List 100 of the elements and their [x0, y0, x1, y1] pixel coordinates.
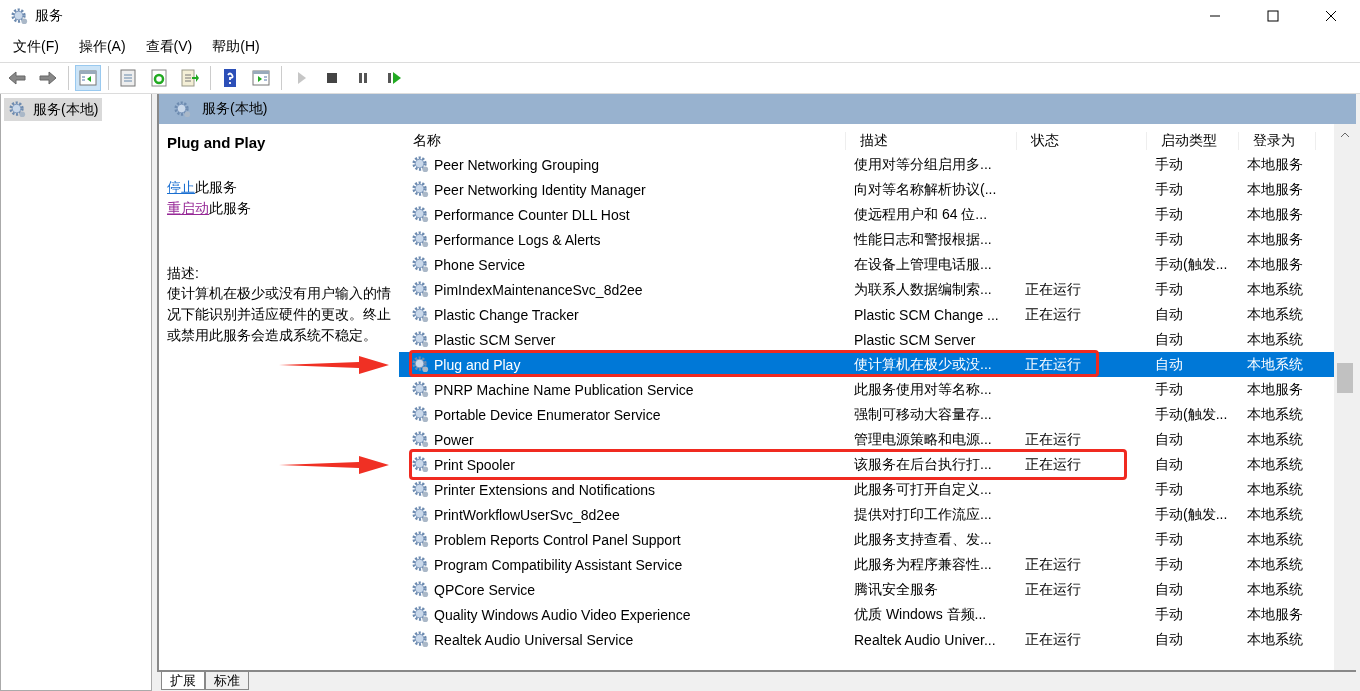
- logon-cell-text: 本地服务: [1246, 180, 1304, 199]
- column-header[interactable]: 名称: [399, 132, 846, 150]
- table-row[interactable]: Peer Networking Identity Manager 向对等名称解析协议(... 手动 本地服务: [399, 177, 1334, 202]
- service-name-cell: Performance Counter DLL Host: [434, 206, 630, 223]
- table-row[interactable]: Performance Counter DLL Host 使远程用户和 64 位... 手动 本地服务: [399, 202, 1334, 227]
- startup-type-cell-text: 手动: [1154, 180, 1184, 199]
- logon-cell-text: 本地系统: [1246, 530, 1304, 549]
- service-name-cell: Peer Networking Grouping: [434, 156, 599, 173]
- table-row[interactable]: Portable Device Enumerator Service 强制可移动大容量存... 手动(触发... 本地系统: [399, 402, 1334, 427]
- service-name-cell: Performance Logs & Alerts: [434, 231, 601, 248]
- table-row[interactable]: Quality Windows Audio Video Experience 优质 Windows 音频... 手动 本地服务: [399, 602, 1334, 627]
- table-row[interactable]: PimIndexMaintenanceSvc_8d2ee 为联系人数据编制索... 正在运行 手动 本地系统: [399, 277, 1334, 302]
- service-name-cell: Portable Device Enumerator Service: [434, 406, 661, 423]
- column-header[interactable]: 启动类型: [1147, 132, 1239, 150]
- action-text: 此服务: [209, 200, 251, 216]
- service-name-cell: PNRP Machine Name Publication Service: [434, 381, 694, 398]
- table-row[interactable]: PNRP Machine Name Publication Service 此服务使用对等名称... 手动 本地服务: [399, 377, 1334, 402]
- view-tab[interactable]: 扩展: [161, 672, 205, 690]
- tree-item-highlight[interactable]: 服务(本地): [4, 98, 103, 121]
- menu-item[interactable]: 文件(F): [6, 38, 66, 56]
- table-row[interactable]: Peer Networking Grouping 使用对等分组启用多... 手动 本地服务: [399, 152, 1334, 177]
- table-row[interactable]: Performance Logs & Alerts 性能日志和警报根据... 手动 本地服务: [399, 227, 1334, 252]
- table-row[interactable]: Problem Reports Control Panel Support 此服务支持查看、发... 手动 本地系统: [399, 527, 1334, 552]
- description-cell-text: 向对等名称解析协议(...: [853, 180, 998, 199]
- startup-type-cell-text: 自动: [1154, 455, 1184, 474]
- logon-cell-text: 本地系统: [1246, 505, 1304, 524]
- tree-pane-icon[interactable]: [75, 65, 101, 91]
- logon-cell-text: 本地服务: [1246, 605, 1304, 624]
- service-name: Plug and Play: [167, 134, 267, 151]
- menu-item[interactable]: 操作(A): [71, 38, 133, 56]
- service-name-cell: PrintWorkflowUserSvc_8d2ee: [434, 506, 620, 523]
- startup-type-cell-text: 自动: [1154, 630, 1184, 649]
- column-header[interactable]: 状态: [1017, 132, 1147, 150]
- menu-item[interactable]: 帮助(H): [205, 38, 267, 56]
- logon-cell-text: 本地系统: [1246, 280, 1304, 299]
- table-row[interactable]: Plastic Change Tracker Plastic SCM Change ... 正在运行 自动 本地系统: [399, 302, 1334, 327]
- startup-type-cell-text: 自动: [1154, 305, 1184, 324]
- gear-icon: [411, 530, 430, 549]
- column-header[interactable]: 描述: [846, 132, 1017, 150]
- status-cell: 正在运行: [1025, 455, 1081, 472]
- table-row[interactable]: Power 管理电源策略和电源... 正在运行 自动 本地系统: [399, 427, 1334, 452]
- description-cell-text: 性能日志和警报根据...: [852, 230, 993, 249]
- gear-icon: [411, 405, 430, 424]
- view-tab[interactable]: 标准: [205, 672, 249, 690]
- scroll-thumb[interactable]: [1337, 363, 1353, 393]
- table-row[interactable]: Plastic SCM Server Plastic SCM Server 自动 本地系统: [399, 327, 1334, 352]
- scrollbar[interactable]: [1334, 124, 1356, 670]
- service-name-cell: Plug and Play: [434, 356, 521, 373]
- gear-icon: [411, 605, 430, 624]
- gear-icon: [8, 100, 27, 119]
- action-link[interactable]: 重启动: [167, 200, 209, 216]
- action-text: 此服务: [195, 179, 237, 195]
- gear-icon: [411, 355, 430, 374]
- description-cell-text: Realtek Audio Univer...: [853, 631, 997, 648]
- startup-type-cell-text: 自动: [1154, 430, 1184, 449]
- tree-item-label: 服务(本地): [33, 100, 99, 119]
- logon-cell-text: 本地系统: [1246, 480, 1304, 499]
- logon-cell-text: 本地服务: [1246, 205, 1304, 224]
- service-name-cell: Power: [434, 431, 474, 448]
- description-cell-text: 提供对打印工作流应...: [853, 505, 993, 524]
- status-cell: 正在运行: [1025, 630, 1081, 647]
- logon-cell-text: 本地系统: [1246, 305, 1304, 324]
- service-name-cell: Peer Networking Identity Manager: [434, 181, 646, 198]
- table-row[interactable]: Print Spooler 该服务在后台执行打... 正在运行 自动 本地系统: [399, 452, 1334, 477]
- table-row[interactable]: QPCore Service 腾讯安全服务 正在运行 自动 本地系统: [399, 577, 1334, 602]
- description-cell-text: 使计算机在极少或没...: [853, 355, 993, 374]
- startup-type-cell-text: 手动: [1154, 605, 1184, 624]
- status-cell: 正在运行: [1025, 305, 1081, 322]
- service-name-cell: Quality Windows Audio Video Experience: [434, 606, 691, 623]
- logon-cell-text: 本地服务: [1246, 255, 1304, 274]
- startup-type-cell-text: 自动: [1154, 330, 1184, 349]
- description-cell-text: 此服务支持查看、发...: [853, 530, 993, 549]
- description-cell-text: 为联系人数据编制索...: [853, 280, 993, 299]
- description-cell-text: Plastic SCM Server: [853, 331, 977, 348]
- logon-cell-text: 本地系统: [1246, 405, 1304, 424]
- service-name-cell: Phone Service: [434, 256, 526, 273]
- table-row[interactable]: Program Compatibility Assistant Service 此服务为程序兼容性... 正在运行 手动 本地系统: [399, 552, 1334, 577]
- gear-icon: [411, 180, 430, 199]
- table-row[interactable]: Phone Service 在设备上管理电话服... 手动(触发... 本地服务: [399, 252, 1334, 277]
- logon-cell-text: 本地服务: [1246, 155, 1304, 174]
- service-name-cell: Program Compatibility Assistant Service: [434, 556, 683, 573]
- service-name-cell: Print Spooler: [434, 456, 515, 473]
- logon-cell-text: 本地服务: [1246, 380, 1304, 399]
- gear-icon: [411, 255, 430, 274]
- description-cell-text: 此服务可打开自定义...: [853, 480, 993, 499]
- table-row[interactable]: PrintWorkflowUserSvc_8d2ee 提供对打印工作流应... 手动(触发... 本地系统: [399, 502, 1334, 527]
- menu-item[interactable]: 查看(V): [138, 38, 200, 56]
- status-cell: 正在运行: [1025, 430, 1081, 447]
- status-cell: 正在运行: [1025, 280, 1081, 297]
- action-link[interactable]: 停止: [167, 179, 195, 195]
- gear-icon: [411, 330, 430, 349]
- column-header[interactable]: 登录为: [1239, 132, 1316, 150]
- description-cell-text: 该服务在后台执行打...: [853, 455, 993, 474]
- description-cell-text: 使用对等分组启用多...: [853, 155, 993, 174]
- startup-type-cell-text: 自动: [1154, 355, 1184, 374]
- table-row[interactable]: Printer Extensions and Notifications 此服务可打开自定义... 手动 本地系统: [399, 477, 1334, 502]
- startup-type-cell-text: 手动(触发...: [1154, 255, 1229, 274]
- description-cell-text: 此服务为程序兼容性...: [853, 555, 993, 574]
- caret-icon[interactable]: [1340, 132, 1350, 138]
- table-row[interactable]: Realtek Audio Universal Service Realtek Audio Univer... 正在运行 自动 本地系统: [399, 627, 1334, 652]
